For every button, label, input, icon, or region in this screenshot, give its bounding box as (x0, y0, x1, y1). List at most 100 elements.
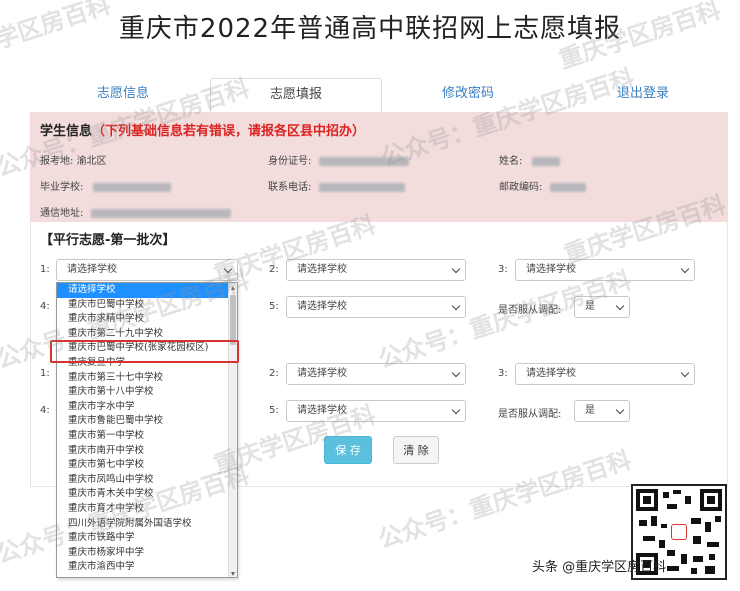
dropdown-scrollbar[interactable] (228, 283, 237, 577)
qr-module (667, 550, 675, 556)
save-button[interactable]: 保 存 (324, 436, 372, 464)
dropdown-option[interactable]: 重庆市杨家坪中学 (57, 546, 237, 561)
school-label: 毕业学校: (40, 182, 84, 193)
choice-2-label: 2: (269, 264, 279, 275)
qr-module (705, 522, 711, 532)
qr-module (709, 554, 715, 560)
chevron-down-icon (680, 368, 690, 378)
choice-1-label: 1: (40, 264, 50, 275)
select-2-5-value: 请选择学校 (297, 405, 347, 416)
dropdown-option[interactable]: 四川外语学院附属外国语学校 (57, 517, 237, 532)
scrollbar-thumb[interactable] (230, 295, 236, 345)
choice-2-1-label: 1: (40, 368, 50, 379)
choice-2-4-label: 4: (40, 405, 50, 416)
school-row: 毕业学校: (40, 178, 171, 193)
school-dropdown-list[interactable]: 请选择学校 重庆市巴蜀中学校 重庆市求精中学校 重庆市第二十九中学校 重庆市巴蜀… (56, 282, 238, 578)
dropdown-option[interactable]: 重庆市第十八中学校 (57, 385, 237, 400)
address-value-redacted (90, 208, 231, 218)
qr-module (681, 554, 687, 564)
chevron-down-icon (451, 405, 461, 415)
qr-module (685, 496, 691, 504)
qr-finder (636, 489, 658, 511)
dropdown-option[interactable]: 重庆市渝西中学 (57, 560, 237, 575)
dropdown-option[interactable]: 重庆市第一中学校 (57, 429, 237, 444)
chevron-down-icon (451, 301, 461, 311)
name-row: 姓名: (499, 152, 560, 167)
school-select-2-3[interactable]: 请选择学校 (515, 363, 695, 385)
qr-module (691, 568, 697, 574)
adjust-select-2[interactable]: 是 (574, 400, 630, 422)
exam-place-row: 报考地: 渝北区 (40, 152, 107, 167)
school-select-1[interactable]: 请选择学校 (56, 259, 238, 281)
adjust-label: 是否服从调配: (498, 305, 562, 316)
dropdown-option[interactable]: 重庆市育才中学校 (57, 502, 237, 517)
chevron-down-icon (680, 264, 690, 274)
dropdown-option[interactable]: 重庆市求精中学校 (57, 312, 237, 327)
qr-module (663, 492, 669, 498)
choice-2-3-label: 3: (498, 368, 508, 379)
school-select-2-2[interactable]: 请选择学校 (286, 363, 466, 385)
school-select-2-5[interactable]: 请选择学校 (286, 400, 466, 422)
chevron-down-icon (223, 264, 233, 274)
select-5-value: 请选择学校 (297, 301, 347, 312)
student-info-box: 学生信息（下列基础信息若有错误，请报各区县中招办） 报考地: 渝北区 身份证号:… (30, 112, 728, 222)
address-row: 通信地址: (40, 204, 231, 219)
choice-3-label: 3: (498, 264, 508, 275)
dropdown-option[interactable]: 重庆市字水中学 (57, 400, 237, 415)
qr-module (659, 540, 665, 548)
school-select-3[interactable]: 请选择学校 (515, 259, 695, 281)
tab-change-password[interactable]: 修改密码 (403, 78, 533, 112)
qr-module (715, 516, 721, 522)
qr-module (693, 536, 701, 544)
address-label: 通信地址: (40, 208, 84, 219)
student-info-title: 学生信息（下列基础信息若有错误，请报各区县中招办） (40, 120, 365, 139)
dropdown-option[interactable]: 重庆市铁路中学 (57, 531, 237, 546)
name-label: 姓名: (499, 156, 523, 167)
scroll-up-icon[interactable] (231, 286, 235, 290)
id-row: 身份证号: (268, 152, 409, 167)
phone-row: 联系电话: (268, 178, 405, 193)
dropdown-option[interactable]: 重庆市第三十七中学校 (57, 371, 237, 386)
page-title: 重庆市2022年普通高中联招网上志愿填报 (118, 14, 622, 44)
qr-logo-icon (671, 524, 687, 540)
dropdown-option[interactable]: 重庆市巴蜀中学校 (57, 298, 237, 313)
tab-bar: 志愿信息 志愿填报 修改密码 退出登录 (38, 78, 728, 112)
section-title: 【平行志愿-第一批次】 (40, 233, 176, 248)
select-1-value: 请选择学校 (67, 264, 117, 275)
student-info-heading: 学生信息 (40, 124, 93, 139)
id-label: 身份证号: (268, 156, 312, 167)
qr-module (673, 490, 681, 494)
tab-volunteer-info[interactable]: 志愿信息 (58, 78, 188, 112)
footer-credit: 头条 @重庆学区房百科 (532, 560, 667, 575)
choice-5-label: 5: (269, 301, 279, 312)
adjust-select-1[interactable]: 是 (574, 296, 630, 318)
tab-volunteer-fill[interactable]: 志愿填报 (210, 78, 382, 112)
qr-module (651, 516, 657, 526)
exam-place-value: 渝北区 (76, 156, 107, 167)
scroll-down-icon[interactable] (231, 572, 235, 576)
chevron-down-icon (451, 368, 461, 378)
exam-place-label: 报考地: (40, 156, 74, 167)
dropdown-option[interactable]: 重庆市青木关中学校 (57, 487, 237, 502)
dropdown-option[interactable]: 重庆市鲁能巴蜀中学校 (57, 414, 237, 429)
clear-button[interactable]: 清 除 (393, 436, 439, 464)
tab-logout[interactable]: 退出登录 (578, 78, 708, 112)
select-3-value: 请选择学校 (526, 264, 576, 275)
dropdown-option[interactable]: 请选择学校 (57, 283, 237, 298)
name-value-redacted (531, 156, 560, 166)
dropdown-option[interactable]: 重庆市第七中学校 (57, 458, 237, 473)
select-2-3-value: 请选择学校 (526, 368, 576, 379)
dropdown-option[interactable]: 重庆市南开中学校 (57, 444, 237, 459)
choice-4-label: 4: (40, 301, 50, 312)
zip-label: 邮政编码: (499, 182, 543, 193)
qr-module (667, 566, 679, 571)
dropdown-option[interactable]: 重庆市凤鸣山中学校 (57, 473, 237, 488)
qr-module (661, 524, 667, 528)
choice-2-2-label: 2: (269, 368, 279, 379)
school-select-2[interactable]: 请选择学校 (286, 259, 466, 281)
school-select-5[interactable]: 请选择学校 (286, 296, 466, 318)
select-2-2-value: 请选择学校 (297, 368, 347, 379)
adjust-select-1-value: 是 (585, 301, 595, 312)
qr-module (693, 556, 703, 562)
qr-module (667, 504, 677, 509)
